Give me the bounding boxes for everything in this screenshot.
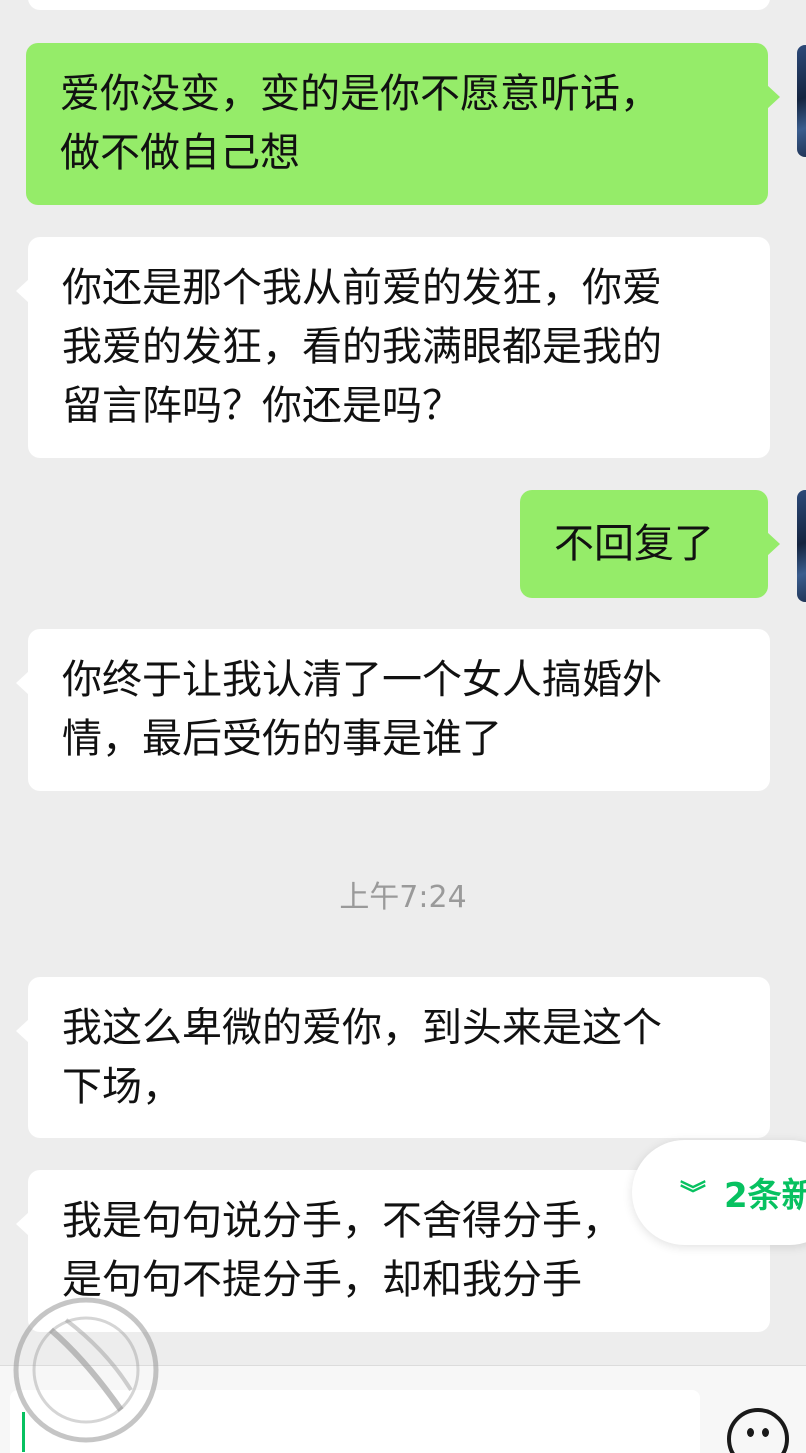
chat-area[interactable]: 爱你没变，变的是你不愿意听话， 做不做自己想 你还是那个我从前爱的发狂，你爱 我… xyxy=(0,0,806,1365)
message-bubble-received[interactable]: 你终于让我认清了一个女人搞婚外 情，最后受伤的事是谁了 xyxy=(16,629,770,791)
emoji-icon[interactable] xyxy=(727,1408,789,1453)
message-bubble-received[interactable]: 我这么卑微的爱你，到头来是这个 下场， xyxy=(16,977,770,1138)
message-text: 爱你没变，变的是你不愿意听话， 做不做自己想 xyxy=(60,71,660,176)
emoji-eye xyxy=(747,1428,754,1437)
new-messages-button[interactable]: ︾ 2条新 xyxy=(632,1140,806,1245)
text-cursor xyxy=(22,1412,25,1452)
message-text: 不回复了 xyxy=(554,520,714,567)
input-toolbar xyxy=(0,1365,806,1453)
message-bubble-partial xyxy=(28,0,770,10)
message-text: 你终于让我认清了一个女人搞婚外 情，最后受伤的事是谁了 xyxy=(62,657,662,762)
double-chevron-down-icon: ︾ xyxy=(680,1180,707,1210)
own-avatar[interactable] xyxy=(797,45,806,157)
new-messages-label: 2条新 xyxy=(724,1176,806,1216)
message-timestamp: 上午7:24 xyxy=(339,880,467,915)
message-text: 你还是那个我从前爱的发狂，你爱 我爱的发狂，看的我满眼都是我的 留言阵吗？你还是… xyxy=(62,265,662,429)
message-text: 我是句句说分手，不舍得分手， 是句句不提分手，却和我分手 xyxy=(62,1198,622,1303)
message-text: 我这么卑微的爱你，到头来是这个 下场， xyxy=(62,1004,662,1110)
emoji-eye xyxy=(762,1428,769,1437)
message-input[interactable] xyxy=(10,1390,700,1453)
message-bubble-sent[interactable]: 不回复了 xyxy=(520,490,780,598)
own-avatar[interactable] xyxy=(797,490,806,602)
message-bubble-received[interactable]: 你还是那个我从前爱的发狂，你爱 我爱的发狂，看的我满眼都是我的 留言阵吗？你还是… xyxy=(16,237,770,458)
message-bubble-sent[interactable]: 爱你没变，变的是你不愿意听话， 做不做自己想 xyxy=(26,43,780,205)
